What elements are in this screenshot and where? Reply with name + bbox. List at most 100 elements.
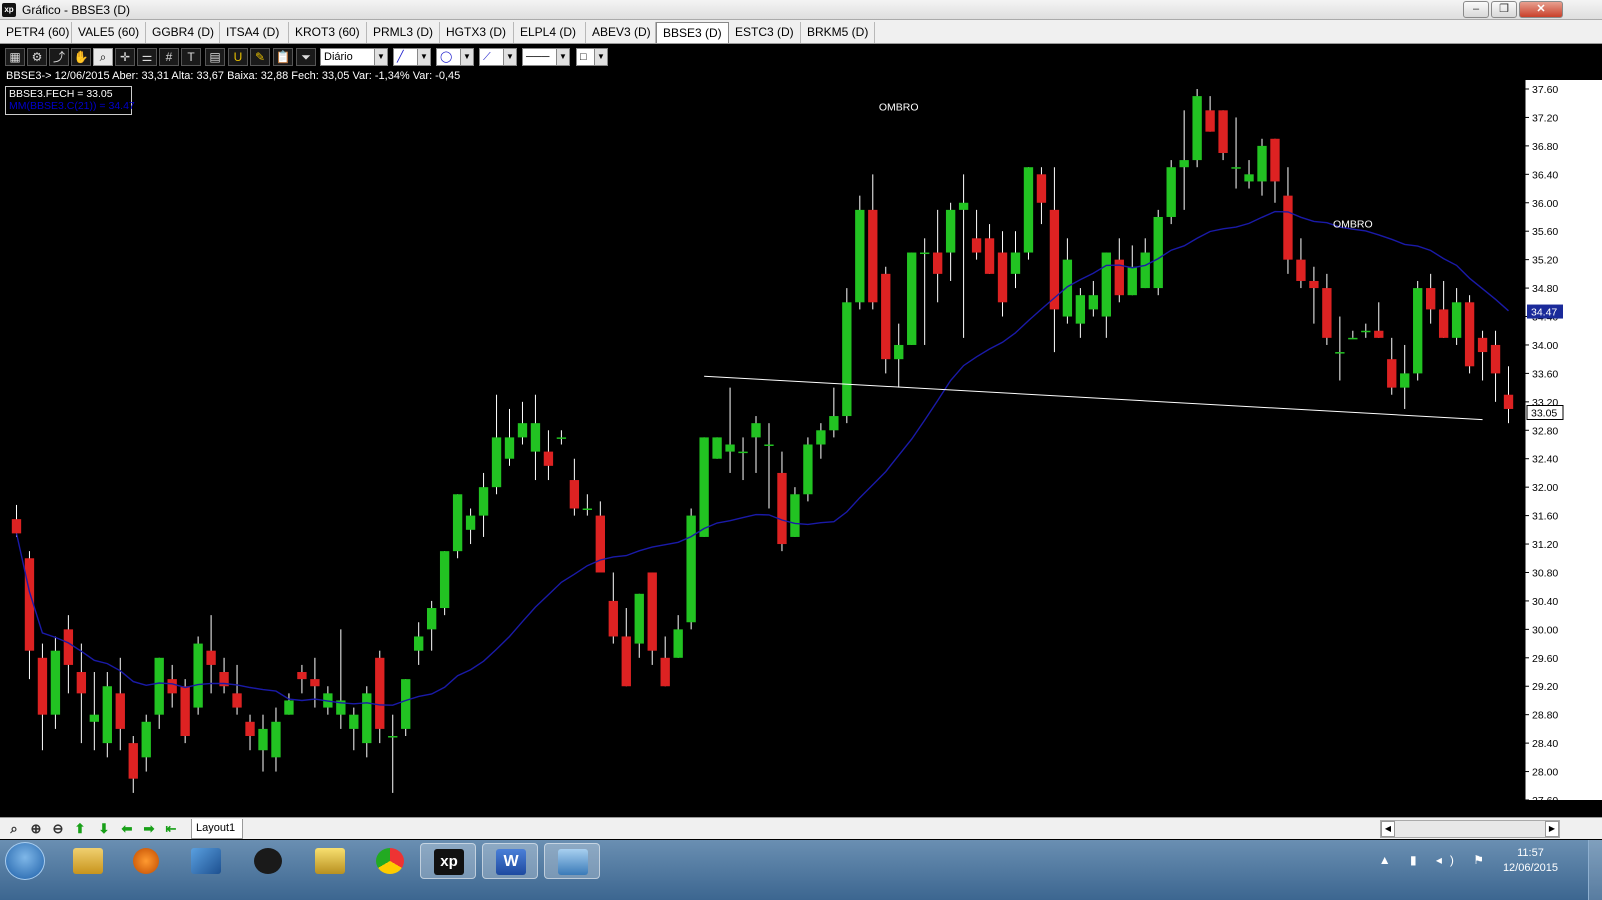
maximize-button[interactable]: ❐ <box>1491 1 1517 18</box>
candle-down <box>297 672 307 680</box>
shape-tool-select[interactable]: ◯ ▼ <box>436 48 474 66</box>
title-bar: xp Gráfico - BBSE3 (D) – ❐ ✕ <box>0 0 1602 20</box>
clipboard-icon[interactable]: 📋 <box>273 48 293 66</box>
ohlc-info-line: BBSE3-> 12/06/2015 Aber: 33,31 Alta: 33,… <box>6 70 461 82</box>
close-button[interactable]: ✕ <box>1519 1 1563 18</box>
tab-brkm5-d[interactable]: BRKM5 (D) <box>801 22 875 43</box>
arrow-back-icon[interactable]: ⇤ <box>162 820 180 838</box>
taskbar-yellow-app[interactable] <box>302 843 358 879</box>
price-chart[interactable]: OMBRO OMBRO 37.60 37.20 36.80 36.40 36.00 35.6… <box>0 80 1602 800</box>
taskbar-xp-app[interactable]: xp <box>420 843 476 879</box>
brush-icon[interactable]: ✎ <box>250 48 270 66</box>
tab-ggbr4-d[interactable]: GGBR4 (D) <box>146 22 220 43</box>
candle-down <box>1322 288 1332 338</box>
text-tool-icon[interactable]: T <box>181 48 201 66</box>
y-tick-label: 34.00 <box>1532 340 1558 352</box>
tab-prml3-d[interactable]: PRML3 (D) <box>367 22 440 43</box>
tab-itsa4-d[interactable]: ITSA4 (D) <box>220 22 289 43</box>
fibonacci-icon[interactable]: ⚌ <box>137 48 157 66</box>
minimize-button[interactable]: – <box>1463 1 1489 18</box>
grid-icon[interactable]: # <box>159 48 179 66</box>
candle-up <box>556 437 567 439</box>
line-style-select[interactable]: ─── ▼ <box>522 48 570 66</box>
candle-up <box>1166 167 1176 217</box>
arrow-left-icon[interactable]: ⬅ <box>118 820 136 838</box>
taskbar-image-viewer[interactable] <box>544 843 600 879</box>
y-tick-label: 37.60 <box>1532 84 1558 96</box>
taskbar-word[interactable]: W <box>482 843 538 879</box>
chart-type-icon[interactable]: ▦ <box>5 48 25 66</box>
taskbar-clock[interactable]: 11:57 12/06/2015 <box>1503 846 1558 876</box>
scroll-right-icon[interactable]: ▶ <box>1545 821 1559 837</box>
candle-up <box>465 515 476 530</box>
candle-up <box>258 728 268 751</box>
candle-down <box>595 515 605 573</box>
period-select[interactable]: Diário ▼ <box>320 48 388 66</box>
add-indicator-icon[interactable]: ⤴ <box>49 48 69 66</box>
show-desktop-button[interactable] <box>1588 840 1602 900</box>
pan-hand-icon[interactable]: ✋ <box>71 48 91 66</box>
settings-gear-icon[interactable]: ⚙ <box>27 48 47 66</box>
arrow-right-icon[interactable]: ➡ <box>140 820 158 838</box>
tab-petr4-60[interactable]: PETR4 (60) <box>0 22 72 43</box>
candle-up <box>284 700 294 715</box>
zoom-in-icon[interactable]: ⊕ <box>27 820 45 838</box>
chart-bottom-bar: ⌕ ⊕ ⊖ ⬆ ⬇ ⬅ ➡ ⇤ Layout1 ◀ ▶ <box>0 817 1602 839</box>
diagonal-line-icon: ╱ <box>397 51 404 63</box>
tab-bbse3-d[interactable]: BBSE3 (D) <box>656 22 729 43</box>
scroll-left-icon[interactable]: ◀ <box>1381 821 1395 837</box>
crosshair-icon[interactable]: ✛ <box>115 48 135 66</box>
fan-tool-select[interactable]: ⟋ ▼ <box>479 48 517 66</box>
window-title: Gráfico - BBSE3 (D) <box>22 3 131 17</box>
line-tool-select[interactable]: ╱ ▼ <box>393 48 431 66</box>
arrow-down-icon[interactable]: ⬇ <box>95 820 113 838</box>
yellow-app-icon <box>315 848 345 874</box>
zoom-search-icon[interactable]: ⌕ <box>5 820 23 838</box>
taskbar-media-player[interactable] <box>118 843 174 879</box>
y-tick-label: 33.60 <box>1532 368 1558 380</box>
horizontal-scrollbar[interactable]: ◀ ▶ <box>1380 820 1560 838</box>
zoom-out-icon[interactable]: ⊖ <box>49 820 67 838</box>
candle-up <box>1257 145 1267 182</box>
y-tick-label: 28.00 <box>1532 767 1558 779</box>
filter-icon[interactable]: ⏷ <box>296 48 316 66</box>
y-tick-label: 28.40 <box>1532 738 1558 750</box>
color-select[interactable]: □ ▼ <box>576 48 608 66</box>
layout-tab[interactable]: Layout1 <box>191 819 243 839</box>
candle-up <box>1413 288 1423 374</box>
taskbar-explorer[interactable] <box>60 843 116 879</box>
magnet-icon[interactable]: U <box>228 48 248 66</box>
candle-up <box>530 423 541 452</box>
fan-lines-icon: ⟋ <box>483 51 491 63</box>
candle-up <box>1127 266 1137 296</box>
candle-up <box>842 302 852 417</box>
system-tray[interactable]: ▲ ▮ ◂) ⚑ <box>1379 853 1492 867</box>
ma-price-tag-label: 34.47 <box>1531 307 1557 319</box>
candle-up <box>673 629 683 658</box>
candle-down <box>232 693 242 708</box>
candle-up <box>751 423 761 438</box>
candle-up <box>1192 96 1202 161</box>
candle-down <box>660 657 670 687</box>
taskbar-hp[interactable] <box>240 843 296 879</box>
xp-logo-icon: xp <box>2 3 16 17</box>
tab-hgtx3-d[interactable]: HGTX3 (D) <box>440 22 514 43</box>
candle-up <box>1361 330 1371 333</box>
taskbar-network-app[interactable] <box>178 843 234 879</box>
tab-krot3-60[interactable]: KROT3 (60) <box>289 22 367 43</box>
tab-abev3-d[interactable]: ABEV3 (D) <box>586 22 656 43</box>
calculator-icon[interactable]: ▤ <box>205 48 225 66</box>
taskbar-chrome[interactable] <box>362 843 418 879</box>
arrow-up-icon[interactable]: ⬆ <box>71 820 89 838</box>
start-button[interactable] <box>5 842 45 880</box>
chevron-down-icon: ▼ <box>460 49 473 65</box>
candle-up <box>1101 252 1111 317</box>
candle-up <box>764 444 774 446</box>
tab-estc3-d[interactable]: ESTC3 (D) <box>729 22 801 43</box>
candle-up <box>478 487 489 516</box>
tab-vale5-60[interactable]: VALE5 (60) <box>72 22 146 43</box>
candle-down <box>868 209 878 303</box>
tab-elpl4-d[interactable]: ELPL4 (D) <box>514 22 586 43</box>
y-tick-label: 37.20 <box>1532 112 1558 124</box>
crosshair-zoom-icon[interactable]: ⌕ <box>93 48 113 66</box>
